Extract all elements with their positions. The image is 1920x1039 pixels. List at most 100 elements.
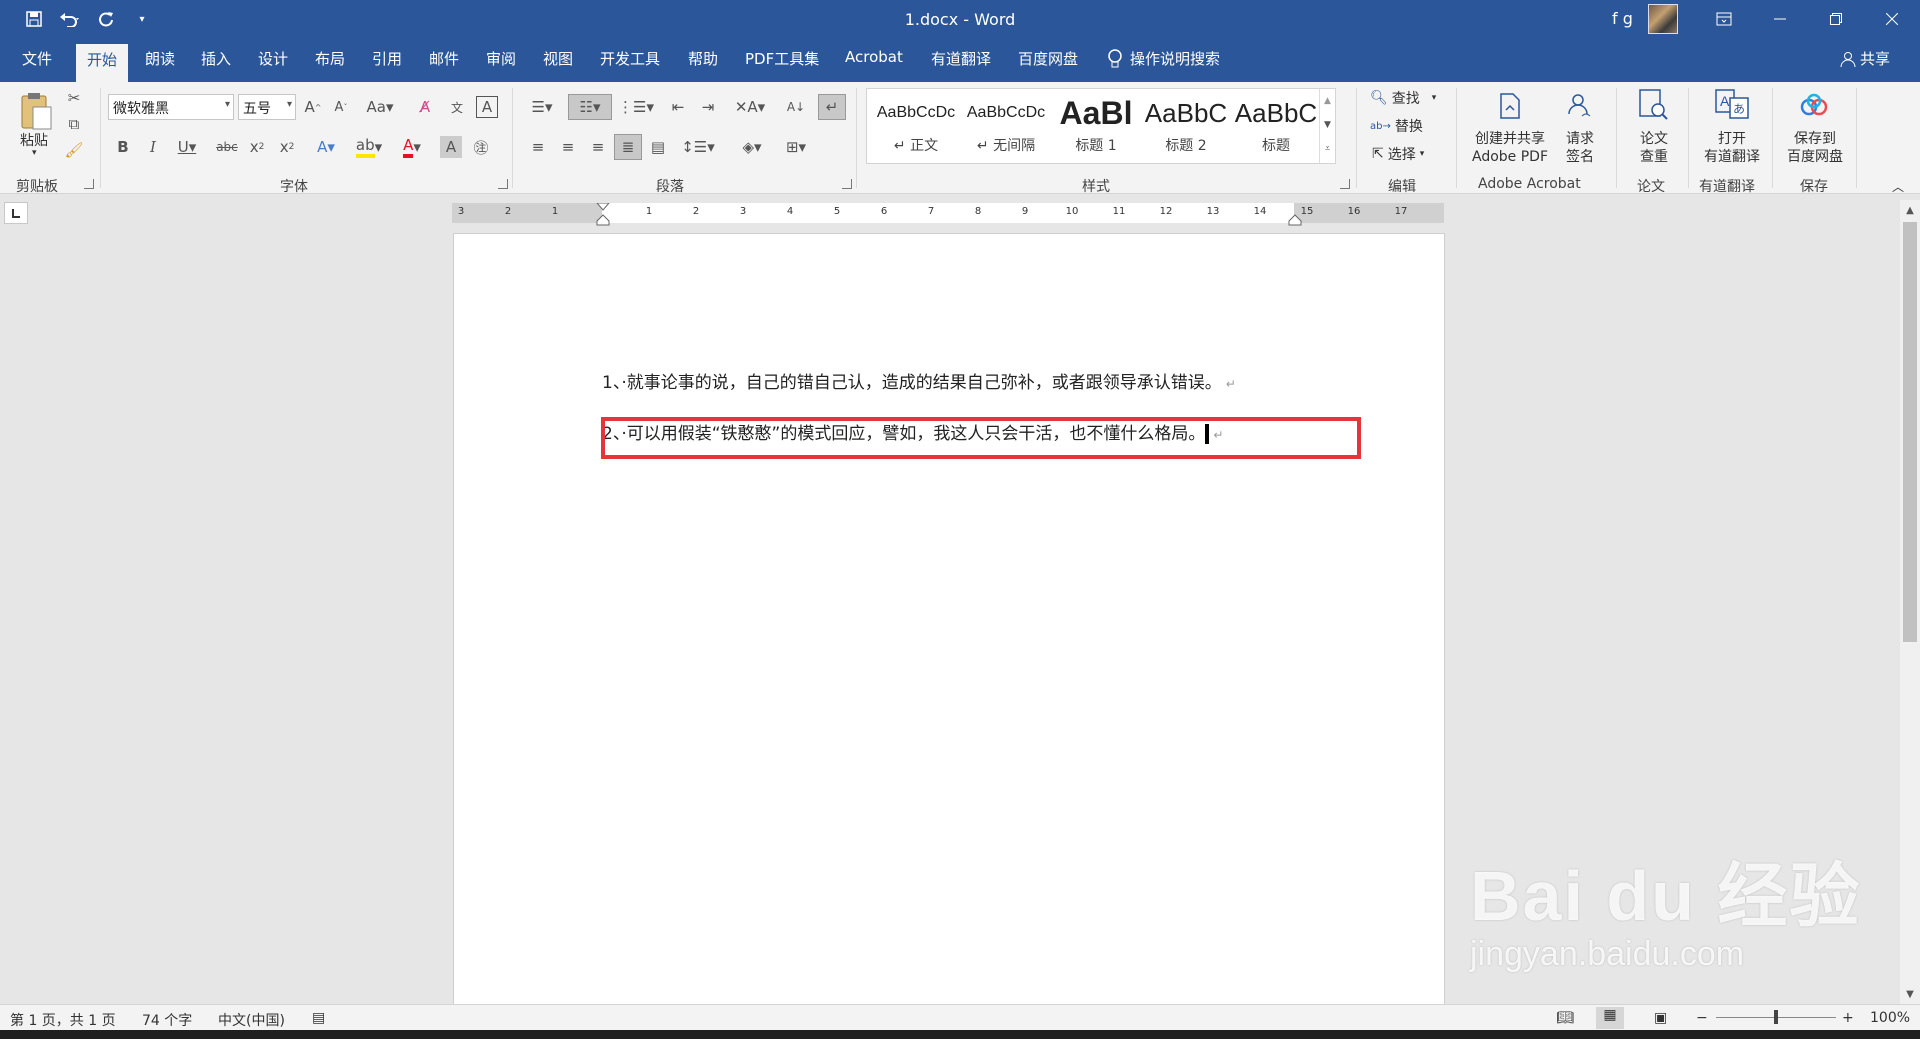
grow-font-icon[interactable]: A ^: [302, 96, 324, 118]
styles-up-icon[interactable]: ▲: [1320, 89, 1335, 113]
web-layout-icon[interactable]: ▣: [1654, 1010, 1667, 1026]
justify-icon[interactable]: ≣: [614, 134, 642, 160]
document-page[interactable]: 1、·就事论事的说，自己的错自己认，造成的结果自己弥补，或者跟领导承认错误。 ↵ …: [454, 234, 1444, 1014]
chinese-layout-icon[interactable]: ✕A▾: [732, 96, 768, 118]
styles-dialog-launcher[interactable]: [1340, 179, 1350, 189]
paragraph-dialog-launcher[interactable]: [842, 179, 852, 189]
styles-more-icon[interactable]: ⩡: [1320, 137, 1335, 161]
tab-references[interactable]: 引用: [372, 48, 402, 69]
paste-dropdown-icon[interactable]: ▾: [32, 148, 37, 158]
bullets-icon[interactable]: ☰▾: [524, 96, 560, 118]
underline-icon[interactable]: U▾: [172, 136, 202, 158]
word-count[interactable]: 74 个字: [142, 1010, 192, 1030]
sort-icon[interactable]: A↓: [784, 96, 808, 118]
paste-icon[interactable]: [14, 88, 58, 134]
style-heading-2[interactable]: AaBbC 标题 2: [1141, 95, 1231, 159]
subscript-icon[interactable]: x2: [246, 136, 268, 158]
character-border-icon[interactable]: A: [476, 96, 498, 118]
tab-file[interactable]: 文件: [22, 48, 52, 69]
share-button[interactable]: 共享: [1840, 48, 1890, 69]
font-color-icon[interactable]: A ▾: [396, 136, 428, 158]
cut-icon[interactable]: ✂: [64, 88, 84, 108]
shrink-font-icon[interactable]: Aˇ: [330, 96, 352, 118]
collapse-ribbon-icon[interactable]: ︿: [1892, 178, 1904, 195]
save-to-baidu-button[interactable]: 保存到 百度网盘: [1780, 130, 1850, 166]
scroll-up-icon[interactable]: ▲: [1900, 200, 1920, 220]
find-button[interactable]: 🔍︎ 查找 ▾: [1370, 88, 1436, 108]
zoom-level[interactable]: 100%: [1870, 1010, 1910, 1026]
line-spacing-icon[interactable]: ↕☰▾: [680, 136, 716, 158]
paper-check-icon[interactable]: [1636, 88, 1670, 122]
tab-youdao[interactable]: 有道翻译: [931, 48, 991, 69]
tab-design[interactable]: 设计: [258, 48, 288, 69]
close-icon[interactable]: [1864, 0, 1920, 38]
tab-review[interactable]: 审阅: [486, 48, 516, 69]
enclose-characters-icon[interactable]: ㊟: [470, 136, 492, 158]
create-pdf-icon[interactable]: [1496, 92, 1524, 120]
font-dialog-launcher[interactable]: [498, 179, 508, 189]
tab-read-aloud[interactable]: 朗读: [145, 48, 175, 69]
request-signature-button[interactable]: 请求 签名: [1558, 130, 1602, 166]
left-indent-marker[interactable]: [596, 213, 610, 235]
scroll-down-icon[interactable]: ▼: [1900, 984, 1920, 1004]
strikethrough-icon[interactable]: abc: [214, 136, 240, 158]
format-painter-icon[interactable]: 🖌: [64, 140, 84, 160]
tab-mailings[interactable]: 邮件: [429, 48, 459, 69]
text-highlight-icon[interactable]: ab ▾: [352, 136, 386, 158]
clipboard-dialog-launcher[interactable]: [84, 179, 94, 189]
undo-icon[interactable]: [58, 8, 82, 30]
tab-baidu-pan[interactable]: 百度网盘: [1018, 48, 1078, 69]
distributed-icon[interactable]: ▤: [646, 136, 670, 158]
text-effects-icon[interactable]: A▾: [310, 136, 342, 158]
numbering-icon[interactable]: ☷▾: [568, 94, 612, 120]
page-count[interactable]: 第 1 页，共 1 页: [10, 1010, 116, 1030]
style-normal[interactable]: AaBbCcDc ↵ 正文: [871, 95, 961, 159]
decrease-indent-icon[interactable]: ⇤: [666, 96, 690, 118]
scroll-thumb[interactable]: [1903, 222, 1917, 642]
clear-formatting-icon[interactable]: A̸: [414, 96, 436, 118]
redo-icon[interactable]: [94, 8, 118, 30]
tab-selector[interactable]: [4, 202, 28, 224]
phonetic-guide-icon[interactable]: 文: [446, 96, 468, 118]
align-center-icon[interactable]: ≡: [556, 136, 580, 158]
zoom-out-icon[interactable]: −: [1696, 1010, 1708, 1026]
italic-icon[interactable]: I: [142, 136, 164, 158]
read-mode-icon[interactable]: 📖︎: [1556, 1010, 1574, 1026]
tab-insert[interactable]: 插入: [201, 48, 231, 69]
change-case-icon[interactable]: Aa▾: [364, 96, 396, 118]
open-youdao-button[interactable]: 打开 有道翻译: [1698, 130, 1766, 166]
create-share-pdf-button[interactable]: 创建并共享 Adobe PDF: [1470, 130, 1550, 166]
minimize-icon[interactable]: [1752, 0, 1808, 38]
show-formatting-marks-icon[interactable]: ↵: [818, 94, 846, 120]
macro-record-icon[interactable]: ▤: [312, 1010, 325, 1026]
styles-down-icon[interactable]: ▼: [1320, 113, 1335, 137]
save-icon[interactable]: [22, 8, 46, 30]
align-left-icon[interactable]: ≡: [526, 136, 550, 158]
copy-icon[interactable]: ⧉: [64, 114, 84, 134]
tab-developer[interactable]: 开发工具: [600, 48, 660, 69]
paste-label[interactable]: 粘贴: [20, 130, 48, 150]
font-size-combo[interactable]: 五号 ▾: [238, 94, 296, 120]
vertical-scrollbar[interactable]: ▲ ▼: [1900, 200, 1920, 1004]
superscript-icon[interactable]: x2: [276, 136, 298, 158]
style-no-spacing[interactable]: AaBbCcDc ↵ 无间隔: [961, 95, 1051, 159]
paragraph-1[interactable]: 1、·就事论事的说，自己的错自己认，造成的结果自己弥补，或者跟领导承认错误。 ↵: [602, 368, 1236, 393]
user-name[interactable]: f g: [1612, 9, 1633, 28]
align-right-icon[interactable]: ≡: [586, 136, 610, 158]
multilevel-list-icon[interactable]: ⋮☰▾: [618, 96, 654, 118]
tab-acrobat[interactable]: Acrobat: [845, 48, 903, 66]
zoom-slider-thumb[interactable]: [1774, 1010, 1778, 1024]
customize-qat-icon[interactable]: ▾: [130, 8, 154, 30]
tab-help[interactable]: 帮助: [688, 48, 718, 69]
zoom-in-icon[interactable]: +: [1842, 1010, 1854, 1026]
horizontal-ruler[interactable]: 3 2 1 1 2 3 4 5 6 7 8 9 10 11 12 13 14 15 16 17: [452, 203, 1444, 226]
tab-home[interactable]: 开始: [76, 44, 129, 82]
tell-me-search[interactable]: 操作说明搜索: [1108, 48, 1220, 69]
language[interactable]: 中文(中国): [218, 1010, 285, 1030]
tab-layout[interactable]: 布局: [315, 48, 345, 69]
youdao-translate-icon[interactable]: Aあ: [1714, 88, 1750, 122]
style-title[interactable]: AaBbC 标题: [1231, 95, 1321, 159]
replace-button[interactable]: ab→ 替换: [1370, 116, 1423, 136]
character-shading-icon[interactable]: A: [440, 136, 462, 158]
baidu-pan-icon[interactable]: [1798, 92, 1832, 120]
